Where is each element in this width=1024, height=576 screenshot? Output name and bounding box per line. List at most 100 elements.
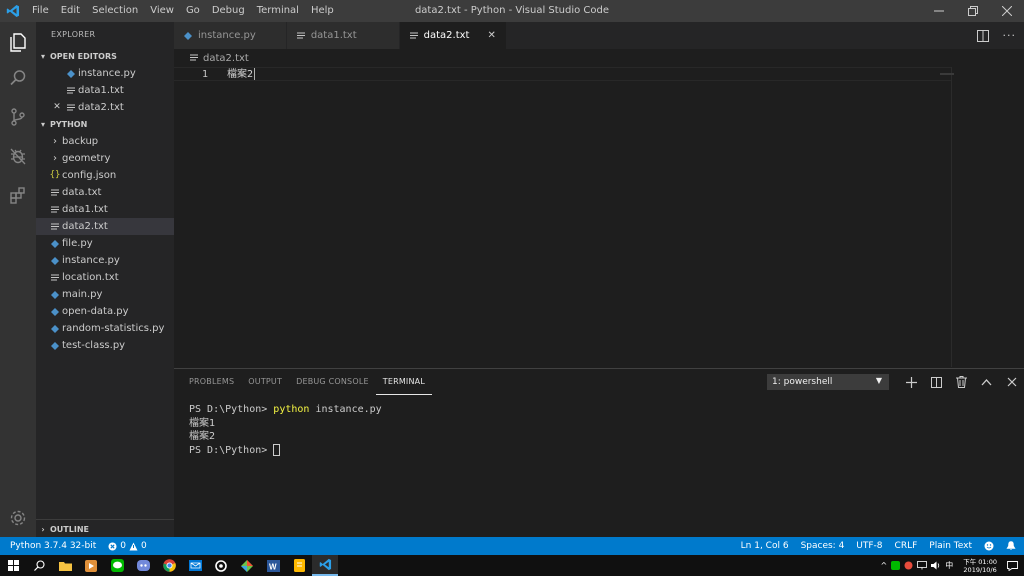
cursor-position[interactable]: Ln 1, Col 6 <box>741 541 789 551</box>
close-editor-icon[interactable]: ✕ <box>50 99 64 116</box>
python-interpreter[interactable]: Python 3.7.4 32-bit <box>10 541 96 551</box>
open-editor-item[interactable]: data1.txt <box>36 82 174 99</box>
open-editors-header[interactable]: ▾ OPEN EDITORS <box>36 48 174 65</box>
tree-file-item[interactable]: data1.txt <box>36 201 174 218</box>
tab-output[interactable]: OUTPUT <box>241 369 289 395</box>
maximize-panel-button[interactable] <box>974 372 999 392</box>
minimize-button[interactable] <box>922 0 956 22</box>
clock-date: 2019/10/6 <box>963 565 997 574</box>
taskbar-notes[interactable] <box>286 555 312 576</box>
breadcrumb-file[interactable]: data2.txt <box>203 53 249 64</box>
menu-file[interactable]: File <box>26 0 55 22</box>
action-center-icon[interactable] <box>1007 560 1018 571</box>
tree-file-item[interactable]: random-statistics.py <box>36 320 174 337</box>
breadcrumb[interactable]: data2.txt <box>174 49 1024 67</box>
tray-app-icon[interactable] <box>891 561 901 570</box>
menu-debug[interactable]: Debug <box>206 0 251 22</box>
close-panel-button[interactable] <box>999 372 1024 392</box>
folder-label: PYTHON <box>50 120 88 129</box>
taskbar-file-explorer[interactable] <box>52 555 78 576</box>
tab-data1-txt[interactable]: data1.txt <box>286 22 400 49</box>
tree-file-item[interactable]: data2.txt <box>36 218 174 235</box>
search-activity[interactable] <box>0 60 36 96</box>
taskbar-search[interactable] <box>26 555 52 576</box>
open-editor-item[interactable]: instance.py <box>36 65 174 82</box>
tree-folder-item[interactable]: › backup <box>36 133 174 150</box>
tree-folder-item[interactable]: › geometry <box>36 150 174 167</box>
manage-activity[interactable] <box>0 500 36 536</box>
split-editor-icon[interactable] <box>976 29 989 42</box>
outline-section[interactable]: › OUTLINE <box>36 519 174 537</box>
taskbar-word[interactable]: W <box>260 555 286 576</box>
outline-header[interactable]: › OUTLINE <box>36 521 174 538</box>
smiley-feedback-icon[interactable] <box>984 541 994 551</box>
tree-file-item[interactable]: open-data.py <box>36 303 174 320</box>
tab-problems[interactable]: PROBLEMS <box>182 369 241 395</box>
start-button[interactable] <box>0 555 26 576</box>
indentation[interactable]: Spaces: 4 <box>801 541 845 551</box>
taskbar-line-app[interactable] <box>104 555 130 576</box>
new-terminal-button[interactable] <box>899 372 924 392</box>
source-control-activity[interactable] <box>0 99 36 135</box>
menu-edit[interactable]: Edit <box>55 0 86 22</box>
tree-item-label: file.py <box>62 238 93 249</box>
menu-go[interactable]: Go <box>180 0 206 22</box>
encoding[interactable]: UTF-8 <box>856 541 882 551</box>
extensions-activity[interactable] <box>0 177 36 213</box>
tree-file-item[interactable]: test-class.py <box>36 337 174 354</box>
tree-file-item[interactable]: main.py <box>36 286 174 303</box>
text-file-icon <box>190 54 198 62</box>
folder-header[interactable]: ▾ PYTHON <box>36 116 174 133</box>
menu-view[interactable]: View <box>144 0 180 22</box>
tree-file-item[interactable]: instance.py <box>36 252 174 269</box>
taskbar-media-app[interactable] <box>78 555 104 576</box>
terminal-output[interactable]: PS D:\Python> python instance.py 檔案1 檔案2 PS… <box>189 403 382 457</box>
taskbar-git-app[interactable] <box>234 555 260 576</box>
close-tab-icon[interactable]: ✕ <box>487 30 495 41</box>
menu-selection[interactable]: Selection <box>86 0 144 22</box>
debug-activity[interactable] <box>0 138 36 174</box>
restore-button[interactable] <box>956 0 990 22</box>
open-editor-item-active[interactable]: ✕ data2.txt <box>36 99 174 116</box>
tree-item-label: data2.txt <box>62 221 108 232</box>
kill-terminal-button[interactable] <box>949 372 974 392</box>
taskbar-app-ring[interactable] <box>208 555 234 576</box>
network-icon[interactable] <box>917 561 928 570</box>
tab-data2-txt[interactable]: data2.txt ✕ <box>399 22 507 49</box>
close-window-button[interactable] <box>990 0 1024 22</box>
tree-file-item[interactable]: file.py <box>36 235 174 252</box>
menu-terminal[interactable]: Terminal <box>251 0 305 22</box>
code-line[interactable]: 檔案2 <box>227 68 256 82</box>
tray-app-icon[interactable] <box>904 561 913 570</box>
editor-ruler <box>951 67 952 367</box>
ime-indicator-icon[interactable]: 中 <box>945 560 953 571</box>
taskbar-vscode[interactable] <box>312 555 338 576</box>
menu-help[interactable]: Help <box>305 0 340 22</box>
tab-terminal[interactable]: TERMINAL <box>375 369 433 395</box>
bell-icon[interactable] <box>1006 541 1016 551</box>
tab-debug-console[interactable]: DEBUG CONSOLE <box>289 369 376 395</box>
line-ending[interactable]: CRLF <box>895 541 918 551</box>
vscode-logo-icon <box>319 558 331 571</box>
tree-item-label: instance.py <box>62 255 120 266</box>
terminal-select[interactable]: 1: powershell ▼ <box>767 374 889 390</box>
chrome-icon <box>162 559 176 572</box>
taskbar-mail[interactable] <box>182 555 208 576</box>
tree-file-item[interactable]: data.txt <box>36 184 174 201</box>
volume-icon[interactable] <box>931 561 941 570</box>
problems-indicator[interactable]: 0 0 <box>108 541 147 551</box>
explorer-activity[interactable] <box>0 24 36 60</box>
tab-instance-py[interactable]: instance.py <box>174 22 287 49</box>
text-editor[interactable]: 1 檔案2 <box>174 67 1024 367</box>
terminal-line: 檔案2 <box>189 431 216 442</box>
taskbar-discord[interactable] <box>130 555 156 576</box>
more-actions-icon[interactable]: ··· <box>1003 29 1017 42</box>
tree-file-item[interactable]: {} config.json <box>36 167 174 184</box>
taskbar-clock[interactable]: 下午 01:00 2019/10/6 <box>963 558 997 574</box>
status-bar: Python 3.7.4 32-bit 0 0 Ln 1, Col 6 Spac… <box>0 537 1024 555</box>
taskbar-chrome[interactable] <box>156 555 182 576</box>
tree-file-item[interactable]: location.txt <box>36 269 174 286</box>
language-mode[interactable]: Plain Text <box>929 541 972 551</box>
tray-chevron-up-icon[interactable]: ^ <box>880 561 887 570</box>
split-terminal-button[interactable] <box>924 372 949 392</box>
